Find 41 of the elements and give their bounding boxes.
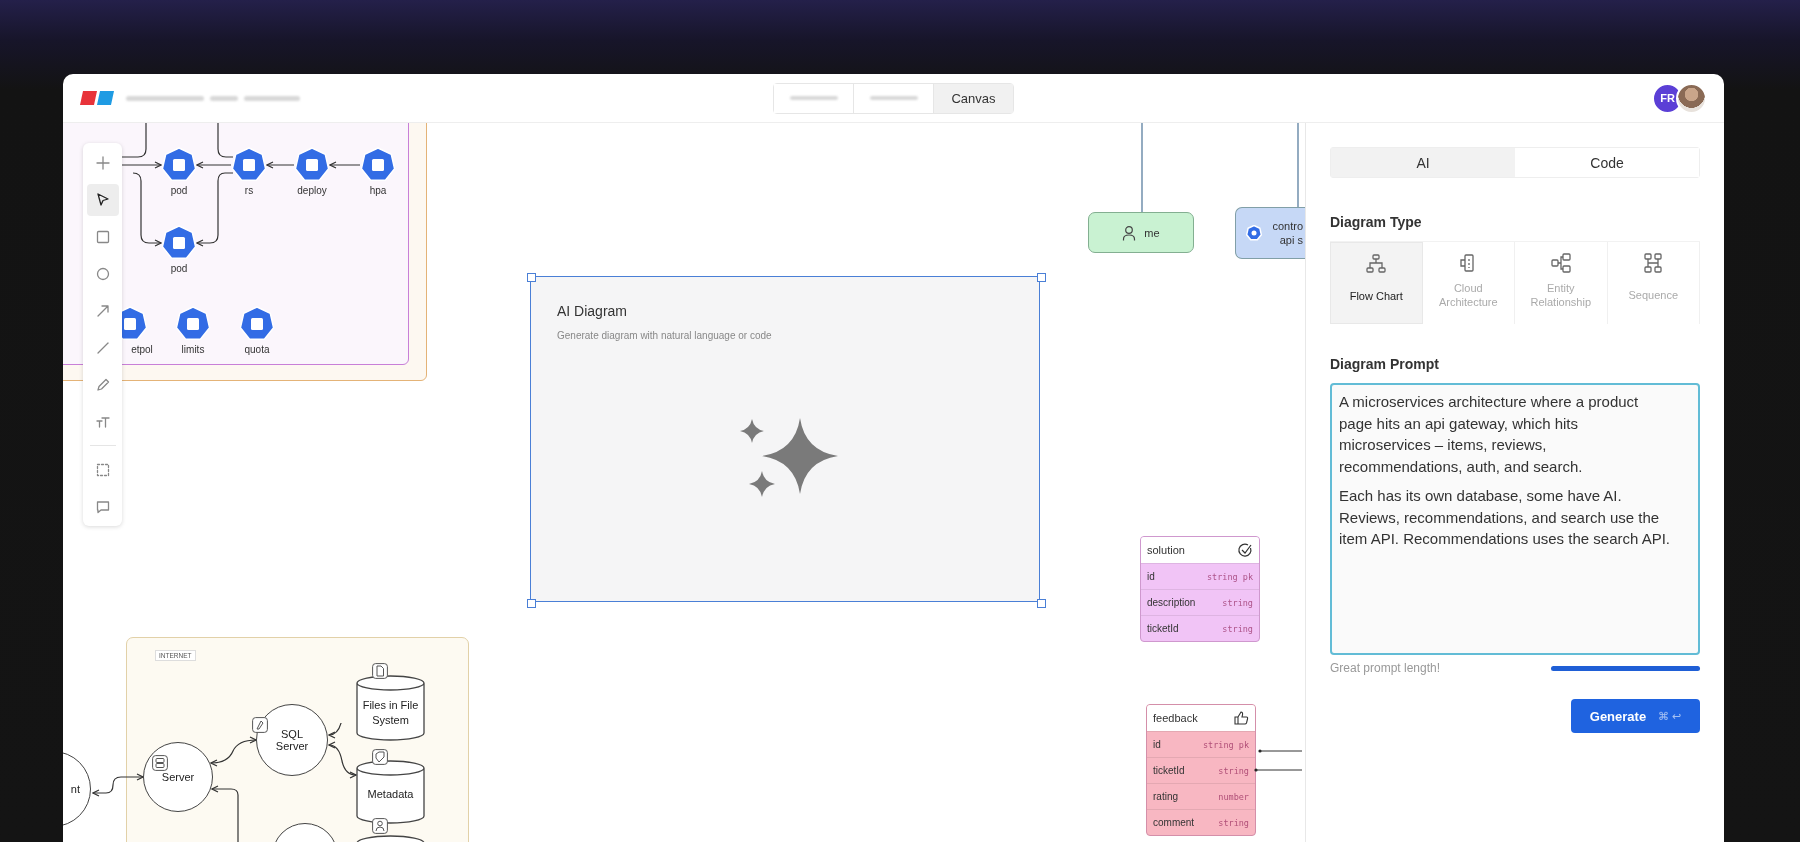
field-type: string pk [1206, 571, 1253, 582]
node-label: limits [180, 344, 206, 355]
field-type: string pk [1202, 739, 1249, 750]
node-label: etpol [130, 344, 154, 355]
node-label: Server [161, 771, 195, 783]
field-name: comment [1153, 817, 1195, 828]
hint-text: Great prompt length! [1330, 661, 1441, 675]
node-label: pod [169, 263, 189, 274]
field-type: string [1222, 623, 1253, 634]
field-name: ticketId [1153, 765, 1185, 776]
entity-name: feedback [1153, 712, 1198, 724]
node-label: Files in File System [362, 697, 419, 728]
section-heading: Diagram Prompt [1330, 356, 1440, 372]
field-type: string [1222, 597, 1253, 608]
field-type: string [1218, 817, 1249, 828]
field-name: ticketId [1147, 623, 1179, 634]
mode-tab[interactable]: AI [1331, 148, 1515, 177]
node-label: contro api s [1272, 219, 1303, 247]
prompt-field[interactable]: A microservices architecture where a product page hits an api gateway, which hits microservices – items, reviews, recommendations, auth, and search. Each has its own database, some have AI. Reviews, recommendations, and search use the item API. Recommendations uses the search API. [1330, 383, 1700, 655]
card-title: AI Diagram [557, 303, 628, 319]
node-label: rs [243, 185, 255, 196]
generate-button[interactable]: Generate ⌘ ↩ [1571, 699, 1700, 733]
view-tab[interactable]: Canvas [934, 83, 1013, 113]
node-label: nt [70, 783, 80, 795]
node-label: pod [169, 185, 189, 196]
section-heading: Diagram Type [1330, 214, 1423, 230]
node-label: quota [243, 344, 271, 355]
diagram-type-option[interactable]: Flow Chart [1330, 242, 1423, 324]
card-subtitle: Generate diagram with natural language or code [557, 330, 772, 341]
field-type: number [1218, 791, 1249, 802]
node-label: me [1144, 225, 1160, 240]
field-name: id [1147, 571, 1155, 582]
node-label: SQL Server [274, 728, 310, 752]
node-label: deploy [296, 185, 328, 196]
node-label: hpa [368, 185, 388, 196]
field-name: id [1153, 739, 1161, 750]
field-name: description [1147, 597, 1196, 608]
node-label: Metadata [366, 786, 415, 802]
field-type: string [1218, 765, 1249, 776]
entity-name: solution [1147, 544, 1185, 556]
field-name: rating [1153, 791, 1178, 802]
